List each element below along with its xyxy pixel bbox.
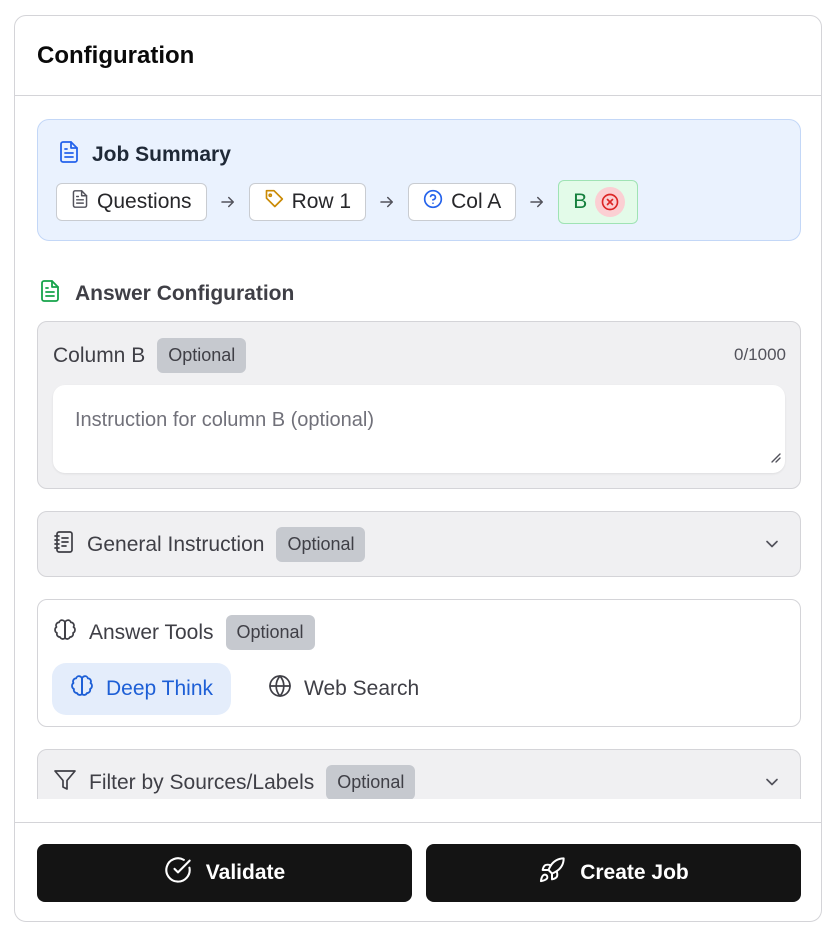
- panel-footer: Validate Create Job: [15, 822, 821, 921]
- general-instruction-label: General Instruction: [87, 532, 265, 556]
- configuration-panel: Configuration Job Summary Questions Row …: [14, 15, 822, 922]
- input-placeholder: Instruction for column B (optional): [75, 409, 375, 431]
- column-label: Column B: [53, 343, 146, 367]
- create-job-button[interactable]: Create Job: [426, 844, 801, 902]
- chevron-down-icon[interactable]: [762, 534, 782, 559]
- column-instruction-input[interactable]: Instruction for column B (optional): [53, 385, 785, 473]
- brain-icon: [70, 674, 94, 704]
- optional-badge: Optional: [276, 527, 366, 562]
- filter-label: Filter by Sources/Labels: [89, 770, 315, 794]
- document-icon: [58, 140, 80, 169]
- document-icon: [71, 189, 89, 215]
- rocket-icon: [538, 856, 566, 890]
- chip-target-column: B: [558, 180, 639, 224]
- tag-icon: [264, 189, 284, 215]
- globe-icon: [268, 674, 292, 704]
- filter-icon: [53, 768, 77, 797]
- tool-label: Deep Think: [106, 677, 214, 700]
- close-circle-icon[interactable]: [595, 187, 626, 217]
- answer-tools-label: Answer Tools: [89, 620, 214, 644]
- chip-questions[interactable]: Questions: [56, 183, 207, 221]
- create-job-label: Create Job: [580, 861, 689, 884]
- help-circle-icon: [423, 189, 443, 215]
- answer-config-title: Answer Configuration: [75, 281, 295, 305]
- notebook-icon: [53, 530, 75, 559]
- chip-row[interactable]: Row 1: [248, 183, 367, 221]
- tool-label: Web Search: [304, 677, 420, 700]
- tool-deep-think[interactable]: Deep Think: [52, 663, 232, 715]
- general-instruction-card[interactable]: Optional General Instruction Optional: [37, 511, 801, 577]
- column-instruction-card: Column B Optional 0/1000 Instruction for…: [37, 321, 801, 489]
- arrow-right-icon: [366, 193, 408, 211]
- job-summary-card: Job Summary Questions Row 1 Col A B: [37, 119, 801, 241]
- chip-col[interactable]: Col A: [408, 183, 517, 221]
- answer-config-header: Answer Configuration: [39, 279, 294, 308]
- optional-badge: Optional: [157, 338, 247, 373]
- chip-label: Questions: [97, 190, 192, 213]
- chevron-down-icon[interactable]: [762, 772, 782, 797]
- validate-label: Validate: [205, 861, 286, 884]
- chip-label: Col A: [451, 190, 502, 213]
- panel-title: Configuration: [37, 41, 195, 69]
- brain-icon: [53, 618, 77, 647]
- job-summary-title: Job Summary: [92, 142, 231, 166]
- validate-button[interactable]: Validate: [37, 844, 412, 902]
- panel-body[interactable]: Job Summary Questions Row 1 Col A B Answ…: [15, 97, 821, 799]
- answer-tools-card: Answer Tools Optional Deep Think Web Sea…: [37, 599, 801, 727]
- optional-badge: Optional: [225, 615, 315, 650]
- optional-badge: Optional: [326, 765, 416, 799]
- char-counter: 0/1000: [734, 345, 786, 364]
- chip-label: B: [573, 190, 588, 213]
- arrow-right-icon: [516, 193, 558, 211]
- tool-web-search[interactable]: Web Search: [250, 663, 437, 715]
- resize-grip-icon[interactable]: [767, 446, 781, 469]
- document-icon: [39, 279, 61, 308]
- check-circle-icon: [164, 856, 192, 890]
- chip-label: Row 1: [291, 190, 352, 213]
- filter-card[interactable]: Filter by Sources/Labels Optional: [37, 749, 801, 799]
- arrow-right-icon: [207, 193, 249, 211]
- panel-header: Configuration: [15, 16, 821, 96]
